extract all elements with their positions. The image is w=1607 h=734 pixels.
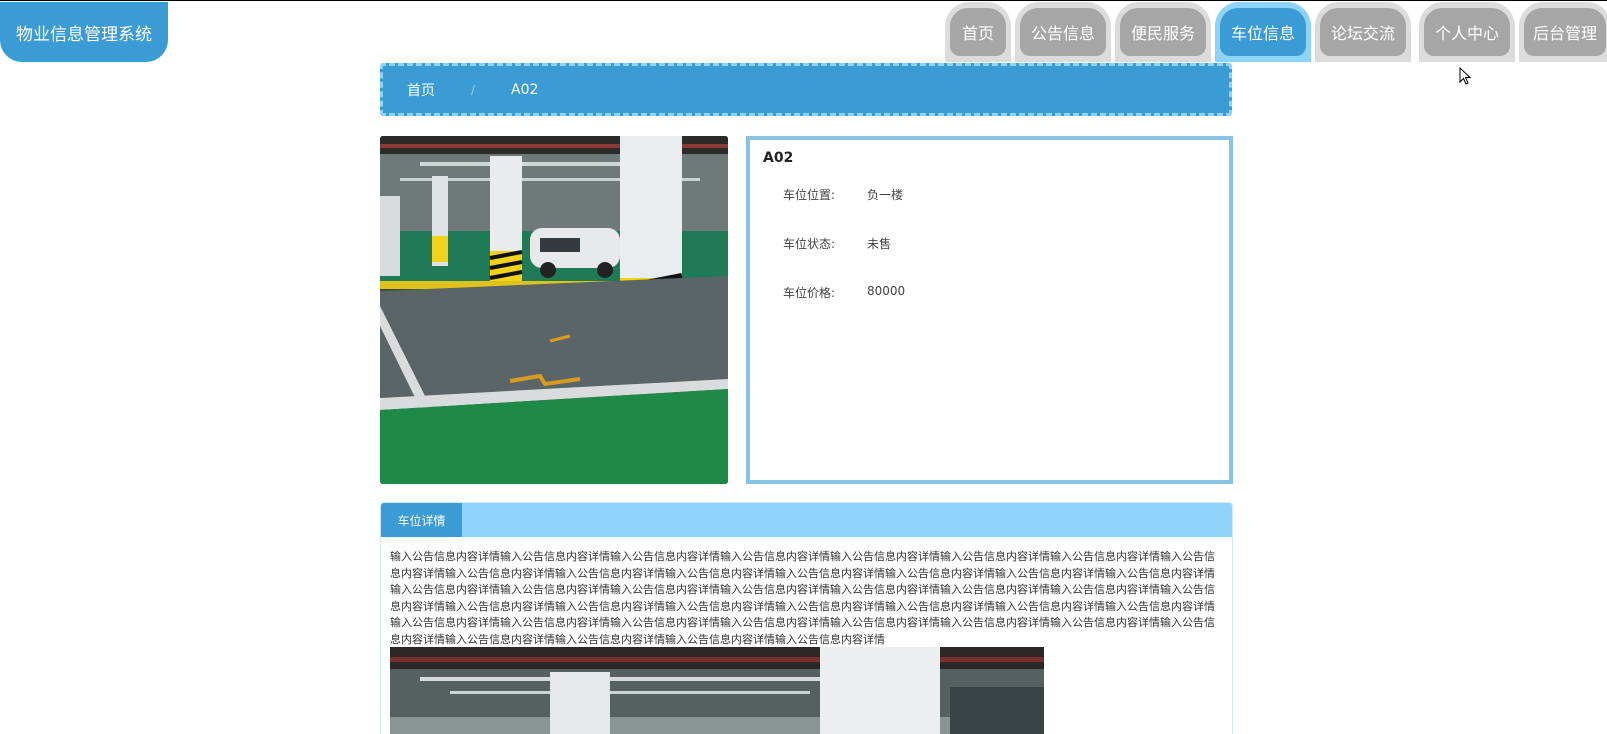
- nav-item-services[interactable]: 便民服务: [1115, 2, 1211, 62]
- mouse-pointer-icon: [1459, 67, 1471, 85]
- nav-item-announcements[interactable]: 公告信息: [1015, 2, 1111, 62]
- info-label: 车位位置:: [783, 188, 836, 202]
- parking-photo: [380, 136, 728, 484]
- nav-item-profile[interactable]: 个人中心: [1419, 2, 1515, 62]
- nav-item-parking[interactable]: 车位信息: [1215, 2, 1311, 62]
- nav-item-forum[interactable]: 论坛交流: [1315, 2, 1411, 62]
- breadcrumb-current: A02: [511, 81, 539, 98]
- top-border: [0, 0, 1607, 1]
- site-logo[interactable]: 物业信息管理系统: [0, 2, 168, 62]
- info-label: 车位状态:: [783, 237, 836, 251]
- nav-item-label: 后台管理: [1524, 8, 1606, 56]
- info-value: 80000: [867, 284, 906, 298]
- nav-item-label: 首页: [950, 8, 1006, 56]
- details-body: 输入公告信息内容详情输入公告信息内容详情输入公告信息内容详情输入公告信息内容详情…: [390, 550, 1215, 646]
- info-row-location: 车位位置: 负一楼: [763, 186, 1216, 235]
- info-value: 负一楼: [867, 188, 904, 202]
- breadcrumb-home-link[interactable]: 首页: [407, 80, 435, 100]
- nav-item-label: 个人中心: [1424, 8, 1510, 56]
- breadcrumb-separator: /: [471, 82, 476, 97]
- details-panel: 车位详情 输入公告信息内容详情输入公告信息内容详情输入公告信息内容详情输入公告信…: [380, 502, 1233, 734]
- nav-item-admin[interactable]: 后台管理: [1519, 2, 1607, 62]
- nav-item-label: 车位信息: [1220, 8, 1306, 56]
- details-tabbar: 车位详情: [381, 503, 1232, 537]
- nav-item-label: 便民服务: [1120, 8, 1206, 56]
- nav-item-home[interactable]: 首页: [945, 2, 1011, 62]
- nav-item-label: 论坛交流: [1320, 8, 1406, 56]
- parking-info-panel: A02 车位位置: 负一楼 车位状态: 未售 车位价格: 80000: [746, 136, 1233, 484]
- info-row-price: 车位价格: 80000: [763, 284, 1216, 333]
- info-row-status: 车位状态: 未售: [763, 235, 1216, 284]
- parking-name: A02: [763, 150, 794, 166]
- tab-details[interactable]: 车位详情: [381, 503, 462, 537]
- nav-item-label: 公告信息: [1020, 8, 1106, 56]
- info-value: 未售: [867, 237, 892, 251]
- site-title: 物业信息管理系统: [16, 24, 152, 45]
- info-label: 车位价格:: [783, 286, 836, 300]
- details-photo: [390, 647, 1044, 734]
- breadcrumb: 首页 / A02: [380, 63, 1232, 116]
